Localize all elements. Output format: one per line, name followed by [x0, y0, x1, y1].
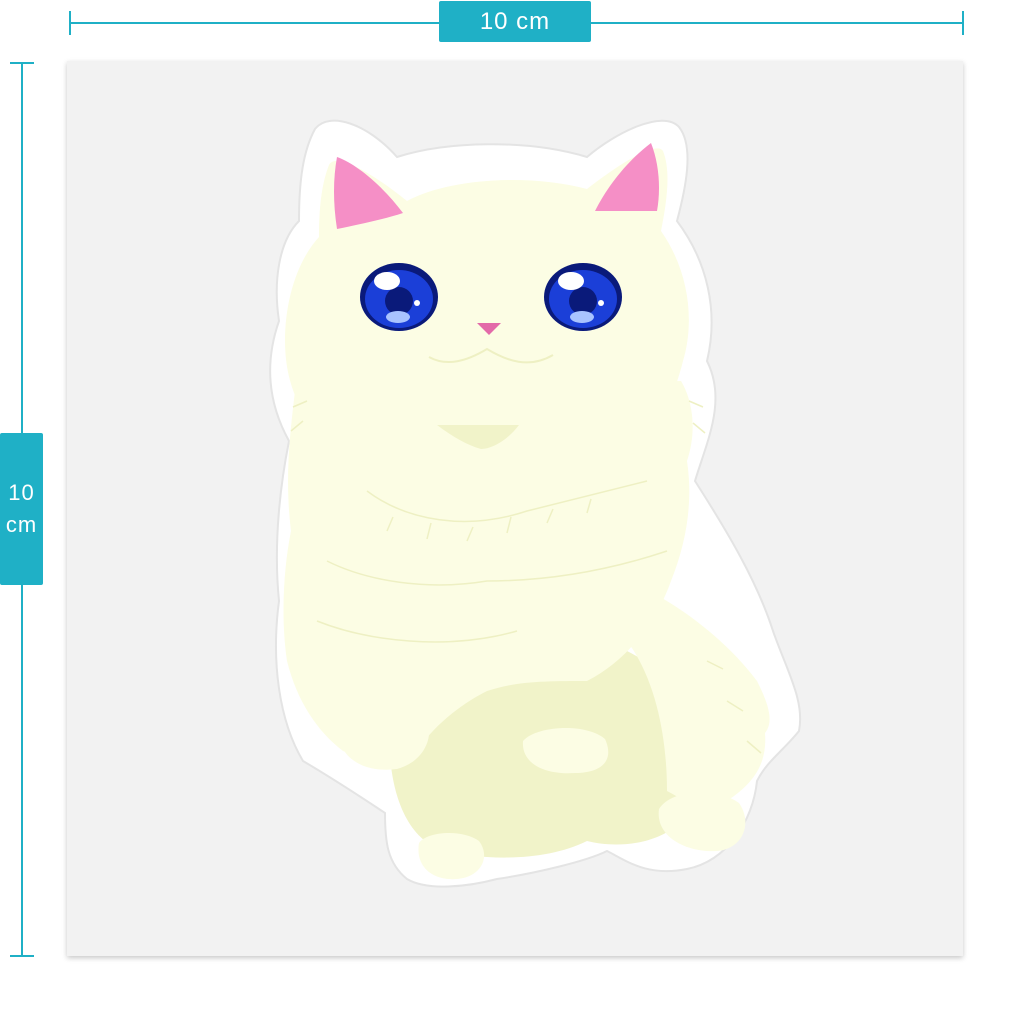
height-dimension-value: 10 — [8, 480, 35, 505]
product-preview: 10 cm 10 cm — [0, 0, 1024, 1024]
width-dimension-tick-right — [962, 11, 964, 35]
width-dimension-tick-left — [69, 11, 71, 35]
height-dimension-label: 10 cm — [0, 433, 43, 585]
cat-sticker-illustration — [269, 119, 802, 888]
height-dimension-tick-top — [10, 62, 34, 64]
left-eye — [360, 263, 438, 331]
height-dimension-tick-bottom — [10, 955, 34, 957]
sticker-board — [67, 61, 963, 956]
width-dimension-label: 10 cm — [439, 1, 591, 42]
right-eye — [544, 263, 622, 331]
height-dimension-unit: cm — [5, 512, 38, 537]
